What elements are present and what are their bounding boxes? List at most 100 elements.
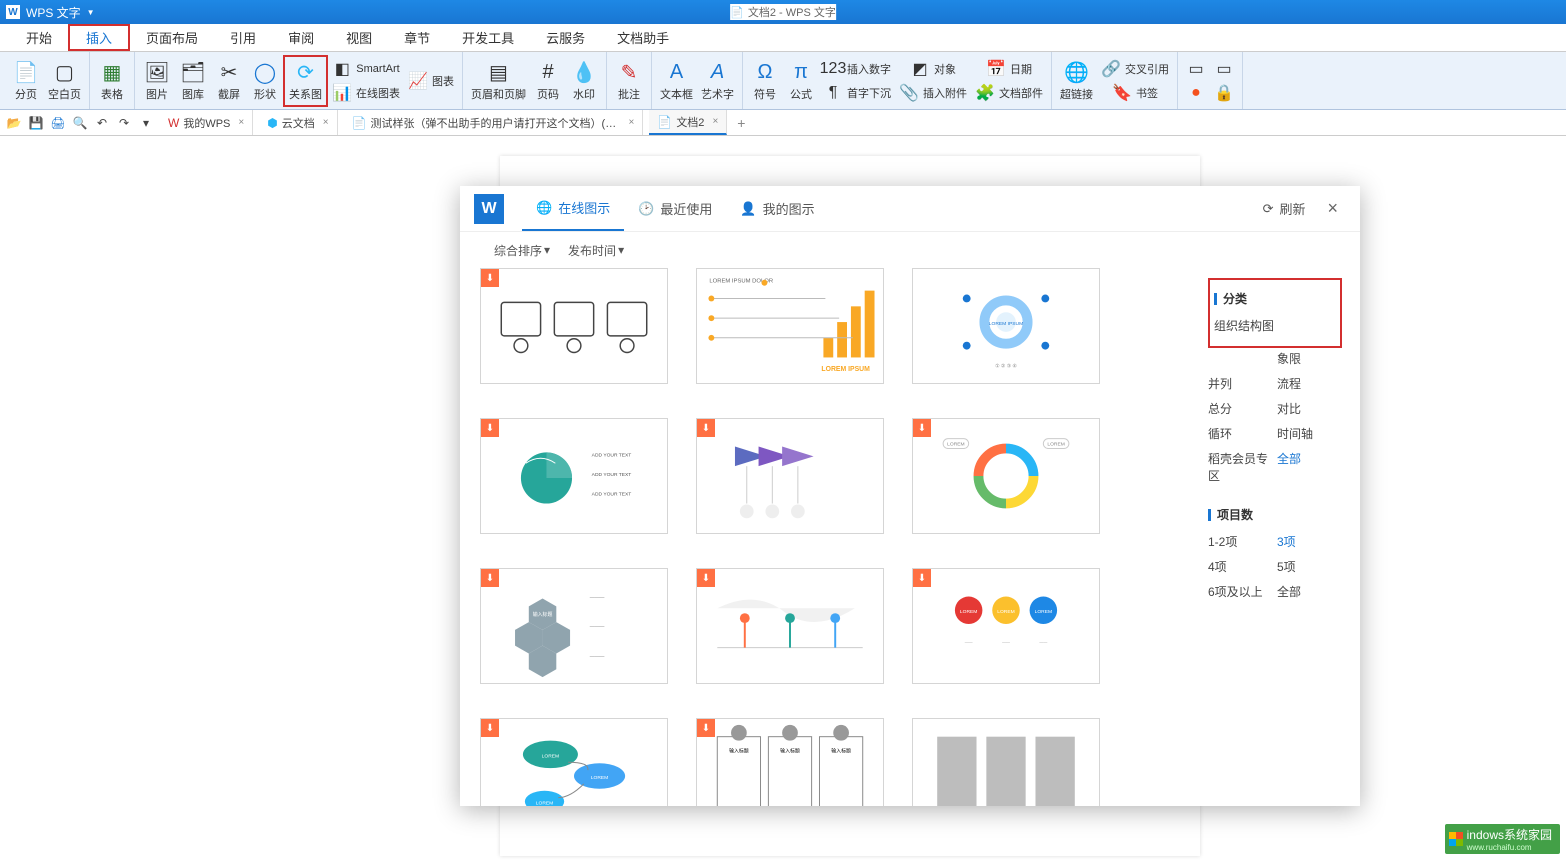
textbox-button[interactable]: A文本框 bbox=[656, 55, 697, 107]
screenshot-button[interactable]: ✂截屏 bbox=[211, 55, 247, 107]
template-10[interactable]: ⬇ LOREM LOREM LOREM bbox=[480, 718, 668, 806]
tab-cloud[interactable]: 云服务 bbox=[530, 24, 601, 51]
qa-preview-icon[interactable]: 🔍 bbox=[72, 115, 88, 131]
doc-title-text: 文档2 - WPS 文字 bbox=[748, 4, 836, 20]
app-menu-dropdown-icon[interactable]: ▼ bbox=[87, 8, 95, 17]
cat-parallel[interactable]: 并列 bbox=[1208, 375, 1273, 392]
items-3[interactable]: 3项 bbox=[1277, 533, 1342, 550]
template-2[interactable]: LOREM IPSUM DOLOR LOREM IPSUM bbox=[696, 268, 884, 384]
wordart-button[interactable]: A艺术字 bbox=[697, 55, 738, 107]
hyperlink-button[interactable]: 🌐超链接 bbox=[1056, 55, 1097, 107]
sort-publish-time[interactable]: 发布时间▾ bbox=[568, 242, 624, 259]
cat-flow[interactable]: 流程 bbox=[1277, 375, 1342, 392]
cat-cycle[interactable]: 循环 bbox=[1208, 425, 1273, 442]
tab-doc2[interactable]: 📄 文档2 × bbox=[649, 110, 727, 135]
cross-ref-button[interactable]: 🔗交叉引用 bbox=[1097, 58, 1173, 80]
template-5[interactable]: ⬇ bbox=[696, 418, 884, 534]
field1-button[interactable]: ▭ bbox=[1182, 58, 1210, 80]
date-button[interactable]: 📅日期 bbox=[971, 58, 1047, 80]
dialog-tab-mine[interactable]: 👤我的图示 bbox=[726, 186, 828, 231]
field2-button[interactable]: ● bbox=[1182, 82, 1210, 104]
bookmark-button[interactable]: 🔖书签 bbox=[1097, 82, 1173, 104]
online-chart-button[interactable]: 📊在线图表 bbox=[328, 82, 404, 104]
tab-insert[interactable]: 插入 bbox=[68, 24, 130, 51]
paging-button[interactable]: 📄分页 bbox=[8, 55, 44, 107]
close-icon[interactable]: × bbox=[323, 117, 329, 128]
tab-developer[interactable]: 开发工具 bbox=[446, 24, 530, 51]
template-3[interactable]: LOREM IPSUM ① ② ③ ④ bbox=[912, 268, 1100, 384]
items-1-2[interactable]: 1-2项 bbox=[1208, 533, 1273, 550]
page-number-button[interactable]: #页码 bbox=[530, 55, 566, 107]
dialog-tab-online[interactable]: 🌐在线图示 bbox=[522, 186, 624, 231]
dialog-tab-recent[interactable]: 🕑最近使用 bbox=[624, 186, 726, 231]
qa-redo-icon[interactable]: ↷ bbox=[116, 115, 132, 131]
tab-chapter[interactable]: 章节 bbox=[388, 24, 446, 51]
template-8[interactable]: ⬇ bbox=[696, 568, 884, 684]
qa-dropdown-icon[interactable]: ▾ bbox=[138, 115, 154, 131]
cat-compare[interactable]: 对比 bbox=[1277, 400, 1342, 417]
sort-comprehensive[interactable]: 综合排序▾ bbox=[494, 242, 550, 259]
download-badge-icon: ⬇ bbox=[697, 719, 715, 737]
blank-page-button[interactable]: ▢空白页 bbox=[44, 55, 85, 107]
tab-page-layout[interactable]: 页面布局 bbox=[130, 24, 214, 51]
items-5[interactable]: 5项 bbox=[1277, 558, 1342, 575]
tab-review[interactable]: 审阅 bbox=[272, 24, 330, 51]
shape-button[interactable]: ◯形状 bbox=[247, 55, 283, 107]
tab-view[interactable]: 视图 bbox=[330, 24, 388, 51]
template-6[interactable]: ⬇ LOREM LOREM bbox=[912, 418, 1100, 534]
chart-button[interactable]: 📈图表 bbox=[404, 70, 458, 92]
insert-number-button[interactable]: 123插入数字 bbox=[819, 58, 895, 80]
object-button[interactable]: ◩对象 bbox=[895, 58, 971, 80]
header-footer-button[interactable]: ▤页眉和页脚 bbox=[467, 55, 530, 107]
dialog-header: W 🌐在线图示 🕑最近使用 👤我的图示 ⟳刷新 × bbox=[460, 186, 1360, 232]
tab-doc1[interactable]: 📄 测试样张（弹不出助手的用户请打开这个文档）(1).docx × bbox=[344, 110, 644, 135]
symbol-button[interactable]: Ω符号 bbox=[747, 55, 783, 107]
cat-timeline[interactable]: 时间轴 bbox=[1277, 425, 1342, 442]
cat-member-zone[interactable]: 稻壳会员专区 bbox=[1208, 450, 1273, 484]
lock-button[interactable]: 🔒 bbox=[1210, 82, 1238, 104]
close-icon[interactable]: × bbox=[238, 117, 244, 128]
close-icon[interactable]: × bbox=[712, 116, 718, 127]
template-11[interactable]: ⬇ 输入标题 输入标题 输入标题 bbox=[696, 718, 884, 806]
insert-attach-button[interactable]: 📎插入附件 bbox=[895, 82, 971, 104]
qa-print-icon[interactable]: 🖨 bbox=[50, 115, 66, 131]
relation-diagram-dialog: W 🌐在线图示 🕑最近使用 👤我的图示 ⟳刷新 × 综合排序▾ 发布时间▾ ⬇ bbox=[460, 186, 1360, 806]
qa-save-icon[interactable]: 💾 bbox=[28, 115, 44, 131]
gallery-button[interactable]: 🗂图库 bbox=[175, 55, 211, 107]
qa-undo-icon[interactable]: ↶ bbox=[94, 115, 110, 131]
watermark-button[interactable]: 💧水印 bbox=[566, 55, 602, 107]
template-9[interactable]: ⬇ LOREM LOREM LOREM —— —— —— bbox=[912, 568, 1100, 684]
cat-org-chart[interactable]: 组织结构图 bbox=[1214, 317, 1274, 334]
tab-doc-helper[interactable]: 文档助手 bbox=[601, 24, 685, 51]
smartart-button[interactable]: ◧SmartArt bbox=[328, 58, 404, 80]
doc-parts-button[interactable]: 🧩文档部件 bbox=[971, 82, 1047, 104]
comment-button[interactable]: ✎批注 bbox=[611, 55, 647, 107]
tab-start[interactable]: 开始 bbox=[10, 24, 68, 51]
tab-mywps[interactable]: W 我的WPS × bbox=[160, 110, 253, 135]
template-4[interactable]: ⬇ ADD YOUR TEXT ADD YOUR TEXT ADD YOUR T… bbox=[480, 418, 668, 534]
formula-button[interactable]: π公式 bbox=[783, 55, 819, 107]
new-tab-button[interactable]: + bbox=[733, 115, 749, 131]
cat-all[interactable]: 全部 bbox=[1277, 450, 1342, 484]
items-all[interactable]: 全部 bbox=[1277, 583, 1342, 600]
dialog-refresh-button[interactable]: ⟳刷新 bbox=[1249, 186, 1320, 231]
dialog-close-button[interactable]: × bbox=[1319, 198, 1346, 219]
tab-cloud-doc[interactable]: ⬢ 云文档 × bbox=[259, 110, 337, 135]
template-1[interactable]: ⬇ bbox=[480, 268, 668, 384]
qa-open-icon[interactable]: 📂 bbox=[6, 115, 22, 131]
svg-text:LOREM: LOREM bbox=[947, 442, 964, 448]
template-12[interactable] bbox=[912, 718, 1100, 806]
items-6plus[interactable]: 6项及以上 bbox=[1208, 583, 1273, 600]
picture-button[interactable]: 🖼图片 bbox=[139, 55, 175, 107]
table-button[interactable]: ▦表格 bbox=[94, 55, 130, 107]
close-icon[interactable]: × bbox=[629, 117, 635, 128]
field3-button[interactable]: ▭ bbox=[1210, 58, 1238, 80]
relation-diagram-button[interactable]: ⟳关系图 bbox=[283, 55, 328, 107]
items-heading: 项目数 bbox=[1208, 506, 1342, 523]
template-7[interactable]: ⬇ 输入标题 ——— ——— ——— bbox=[480, 568, 668, 684]
tab-references[interactable]: 引用 bbox=[214, 24, 272, 51]
cat-quadrant[interactable]: 象限 bbox=[1277, 350, 1342, 367]
dropcap-button[interactable]: ¶首字下沉 bbox=[819, 82, 895, 104]
items-4[interactable]: 4项 bbox=[1208, 558, 1273, 575]
cat-total-sub[interactable]: 总分 bbox=[1208, 400, 1273, 417]
